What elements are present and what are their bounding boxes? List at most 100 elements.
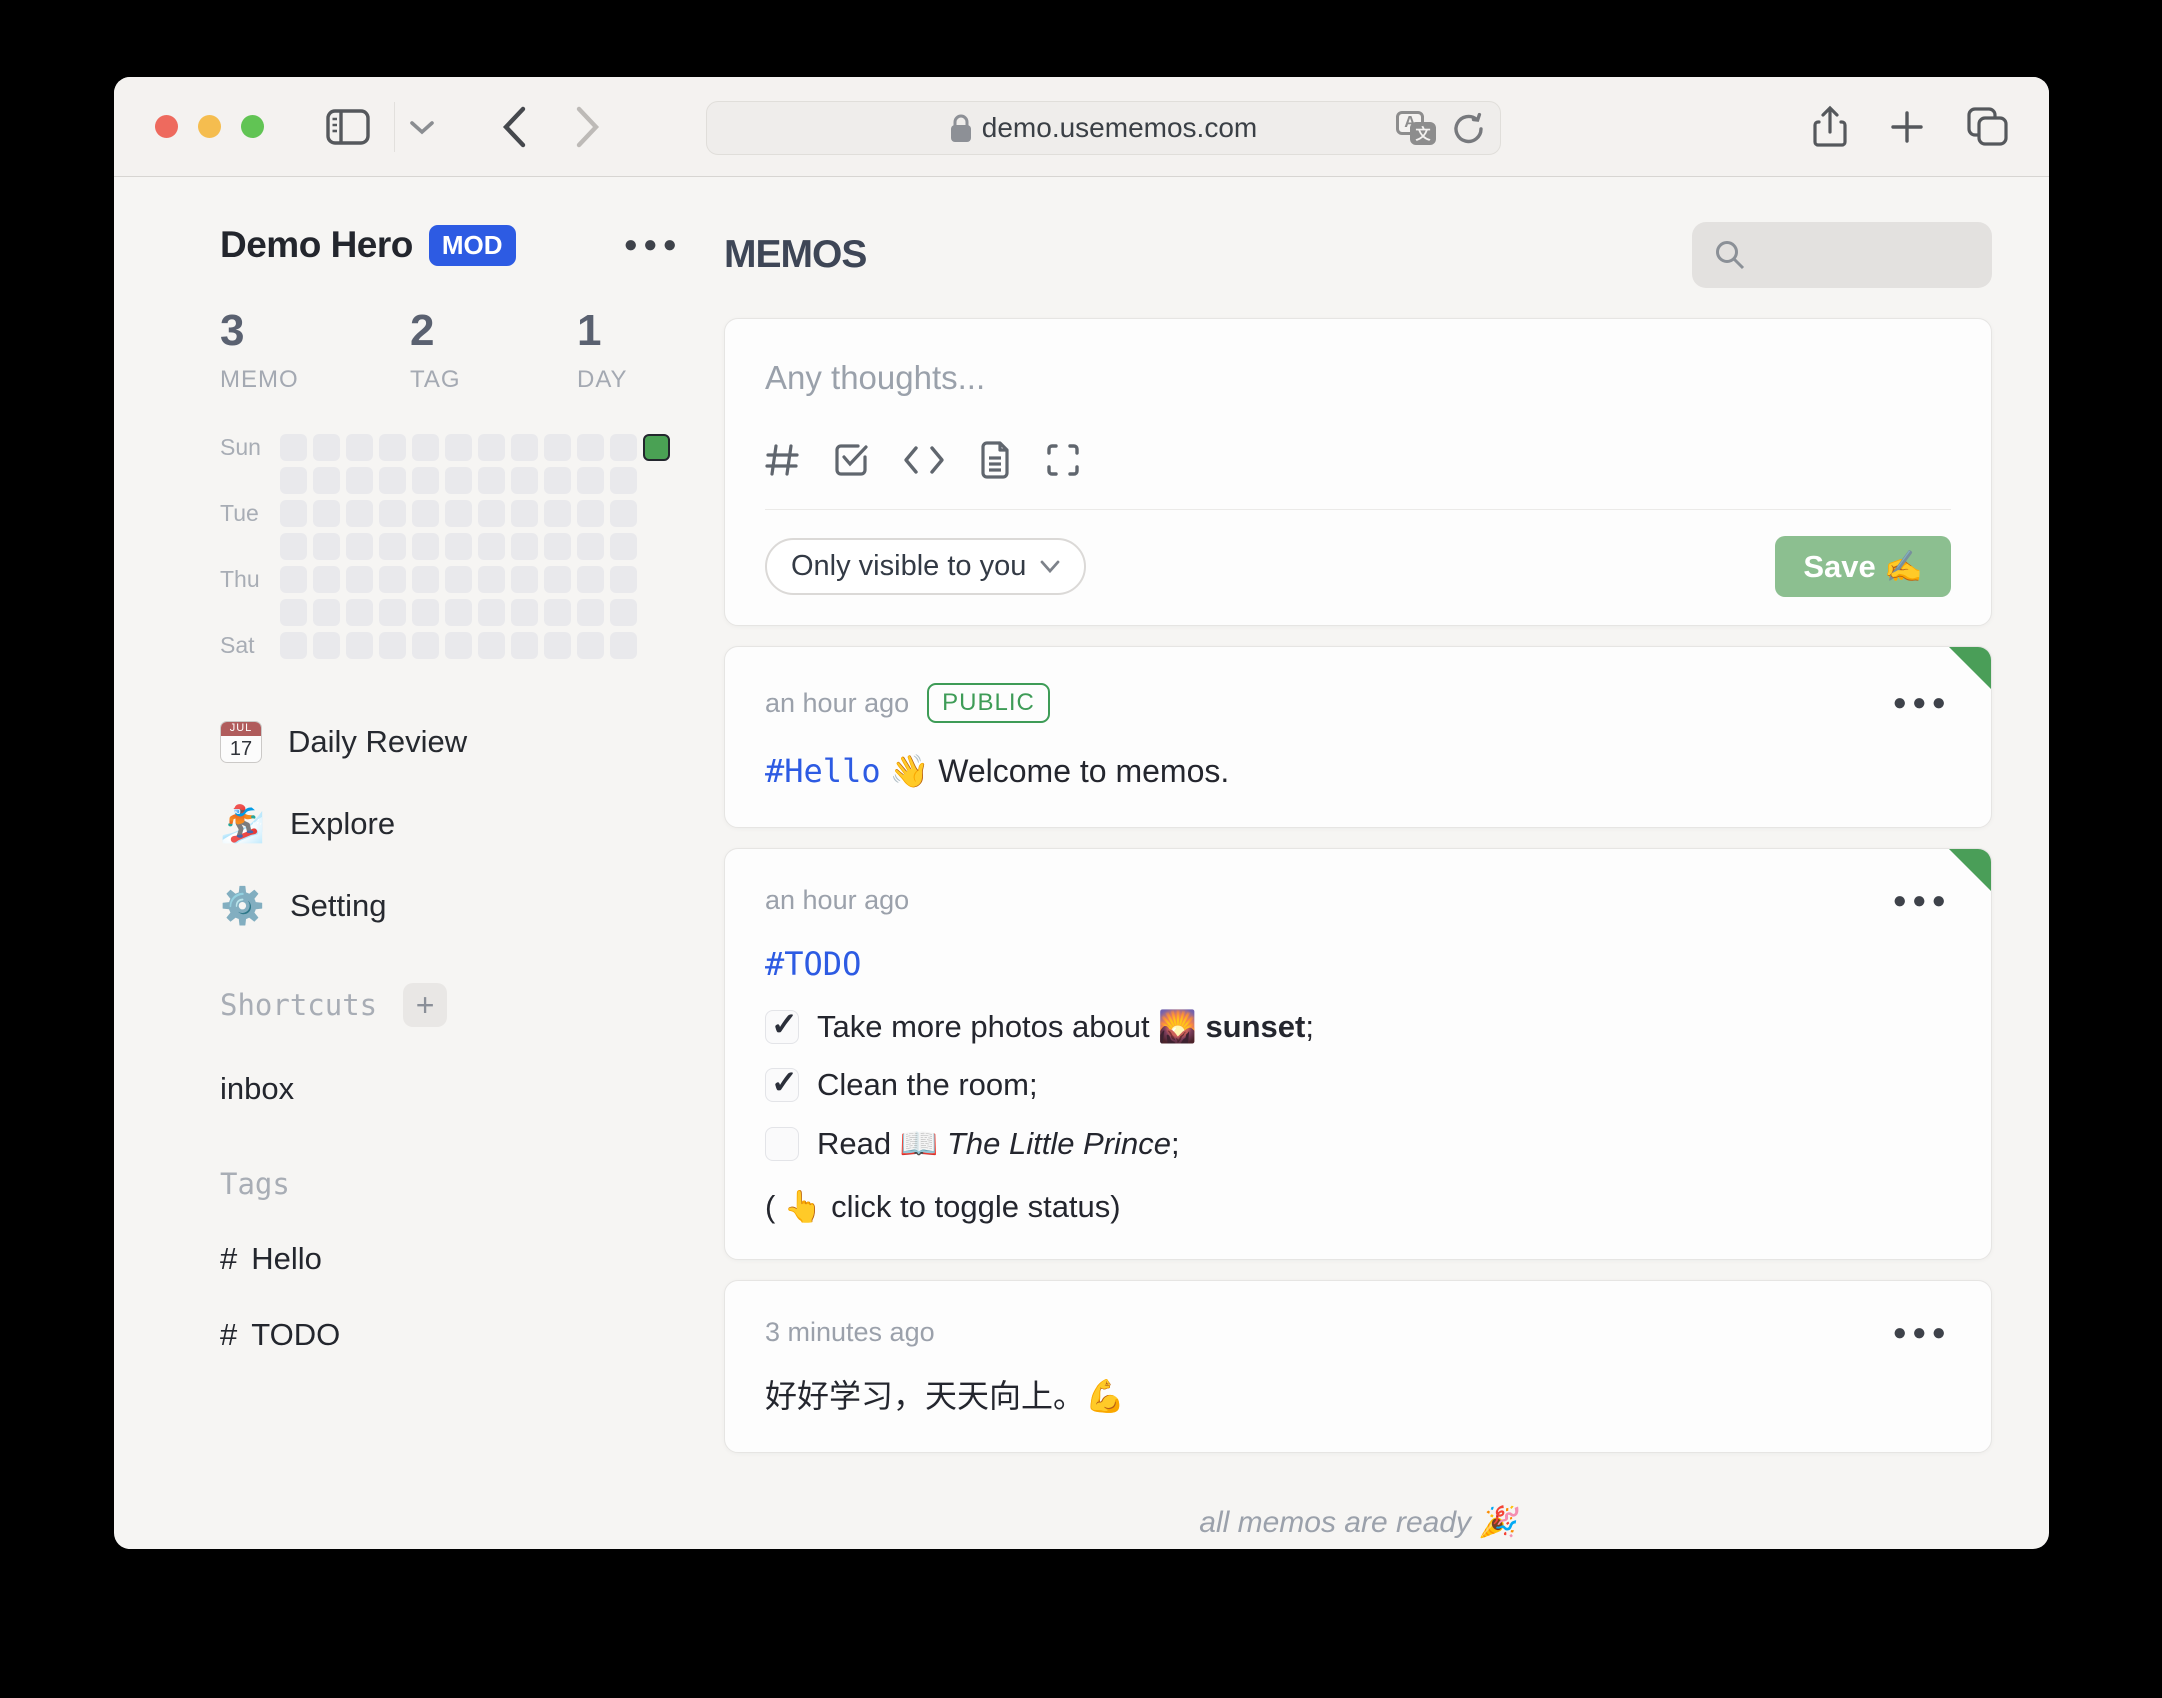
- memo-card-chinese: 3 minutes ago ●●● 好好学习，天天向上。💪: [724, 1280, 1992, 1453]
- memo-editor-input[interactable]: [765, 359, 1951, 419]
- heatmap-day-label: Sun: [220, 434, 261, 460]
- heatmap-grid: [280, 434, 670, 659]
- heatmap-cell: [610, 566, 637, 593]
- task-label: Read 📖 The Little Prince;: [817, 1126, 1180, 1161]
- memo-tag-todo[interactable]: #TODO: [765, 945, 861, 983]
- close-window-button[interactable]: [155, 115, 178, 138]
- sidebar-tag-hello[interactable]: # Hello: [220, 1241, 706, 1277]
- heatmap-cell: [280, 632, 307, 659]
- task-label: Clean the room;: [817, 1067, 1038, 1102]
- visibility-select[interactable]: Only visible to you: [765, 538, 1087, 595]
- checklist-tool-icon[interactable]: [833, 442, 869, 478]
- task-label: Take more photos about 🌄 sunset;: [817, 1009, 1314, 1044]
- minimize-window-button[interactable]: [198, 115, 221, 138]
- window-controls: [155, 115, 264, 138]
- memo-more-button[interactable]: ●●●: [1893, 887, 1952, 915]
- heatmap-cell: [544, 566, 571, 593]
- heatmap-cell: [313, 467, 340, 494]
- main-column: MEMOS Any thoughts... Only visible to yo…: [706, 177, 2049, 1548]
- heatmap-cell: [610, 500, 637, 527]
- heatmap-cell: [511, 599, 538, 626]
- heatmap-cell: [445, 566, 472, 593]
- heatmap-cell: [412, 467, 439, 494]
- fullscreen-tool-icon[interactable]: [1045, 442, 1081, 478]
- heatmap-day-label: [220, 467, 268, 494]
- heatmap-cell: [445, 632, 472, 659]
- hash-icon: #: [220, 1317, 238, 1352]
- code-tool-icon[interactable]: [903, 444, 945, 476]
- chevron-down-icon: [1040, 560, 1060, 573]
- search-input[interactable]: [1692, 222, 1992, 288]
- task-checkbox-checked[interactable]: [765, 1005, 799, 1044]
- task-checkbox-unchecked[interactable]: [765, 1126, 799, 1161]
- reload-button[interactable]: [1452, 110, 1486, 146]
- heatmap-cell: [379, 566, 406, 593]
- heatmap-cell: [511, 566, 538, 593]
- sidebar-item-explore[interactable]: 🏂 Explore: [220, 803, 706, 845]
- file-tool-icon[interactable]: [979, 441, 1011, 479]
- heatmap-cell: [577, 533, 604, 560]
- heatmap-cell: [445, 533, 472, 560]
- heatmap-cell: [313, 500, 340, 527]
- heatmap-cell: [544, 500, 571, 527]
- heatmap-cell: [379, 599, 406, 626]
- heatmap-cell: [280, 566, 307, 593]
- heatmap-cell: [478, 599, 505, 626]
- hash-icon: #: [220, 1241, 238, 1276]
- pinned-corner-icon: [1949, 849, 1991, 891]
- new-tab-button[interactable]: [1889, 109, 1925, 145]
- back-button[interactable]: [501, 105, 527, 149]
- forward-button[interactable]: [575, 105, 601, 149]
- heatmap-cell: [445, 434, 472, 461]
- sidebar-tag-todo[interactable]: # TODO: [220, 1317, 706, 1353]
- shortcuts-title: Shortcuts: [220, 988, 378, 1022]
- heatmap-cell: [412, 599, 439, 626]
- heatmap-cell: [610, 467, 637, 494]
- user-stats: 3 MEMO 2 TAG 1 DAY: [220, 306, 706, 394]
- heatmap-cell-today: [643, 434, 670, 461]
- visibility-badge: PUBLIC: [927, 683, 1050, 723]
- heatmap-cell: [379, 467, 406, 494]
- heatmap-cell: [478, 533, 505, 560]
- todo-hint: ( 👆 click to toggle status): [765, 1189, 1121, 1224]
- heatmap-cell: [313, 599, 340, 626]
- address-bar[interactable]: demo.usememos.com A 文: [706, 101, 1501, 155]
- memo-more-button[interactable]: ●●●: [1893, 689, 1952, 717]
- sidebar-menu-chevron-icon[interactable]: [409, 119, 435, 135]
- sidebar-toggle-button[interactable]: [326, 108, 370, 145]
- memo-tag-hello[interactable]: #Hello: [765, 752, 881, 790]
- memo-more-button[interactable]: ●●●: [1893, 1319, 1952, 1347]
- stat-tag: 2 TAG: [410, 306, 461, 393]
- heatmap-day-label: Thu: [220, 566, 260, 592]
- heatmap-cell: [544, 434, 571, 461]
- heatmap-cell: [280, 467, 307, 494]
- heatmap-cell: [379, 632, 406, 659]
- sidebar-item-setting[interactable]: ⚙️ Setting: [220, 885, 706, 927]
- shortcut-item-inbox[interactable]: inbox: [220, 1071, 706, 1107]
- user-name[interactable]: Demo Hero: [220, 224, 413, 266]
- translate-button[interactable]: A 文: [1396, 111, 1436, 145]
- memo-timestamp: an hour ago: [765, 687, 910, 718]
- sidebar: Demo Hero MOD ●●● 3 MEMO 2 TAG 1 DAY Sun…: [114, 177, 706, 1548]
- sidebar-more-button[interactable]: ●●●: [624, 231, 683, 259]
- memo-editor: Only visible to you Save ✍️: [724, 318, 1992, 626]
- heatmap-cell: [379, 434, 406, 461]
- page-title: MEMOS: [724, 233, 867, 276]
- stat-memo: 3 MEMO: [220, 306, 299, 393]
- tag-tool-icon[interactable]: [765, 442, 799, 478]
- heatmap-cell: [280, 533, 307, 560]
- zoom-window-button[interactable]: [241, 115, 264, 138]
- memo-card-hello: an hour ago PUBLIC ●●● #Hello 👋 Welcome …: [724, 646, 1992, 828]
- share-icon[interactable]: [1813, 105, 1847, 149]
- memo-card-todo: an hour ago ●●● #TODO Take more photos a…: [724, 848, 1992, 1260]
- add-shortcut-button[interactable]: +: [403, 983, 448, 1027]
- heatmap-cell: [610, 533, 637, 560]
- toolbar-divider: [394, 101, 395, 152]
- sidebar-item-daily-review[interactable]: JUL 17 Daily Review: [220, 721, 706, 763]
- heatmap-cell: [412, 566, 439, 593]
- heatmap-cell: [280, 434, 307, 461]
- task-checkbox-checked[interactable]: [765, 1063, 799, 1102]
- heatmap-cell: [511, 632, 538, 659]
- save-button[interactable]: Save ✍️: [1775, 536, 1951, 597]
- tab-overview-button[interactable]: [1967, 106, 2009, 147]
